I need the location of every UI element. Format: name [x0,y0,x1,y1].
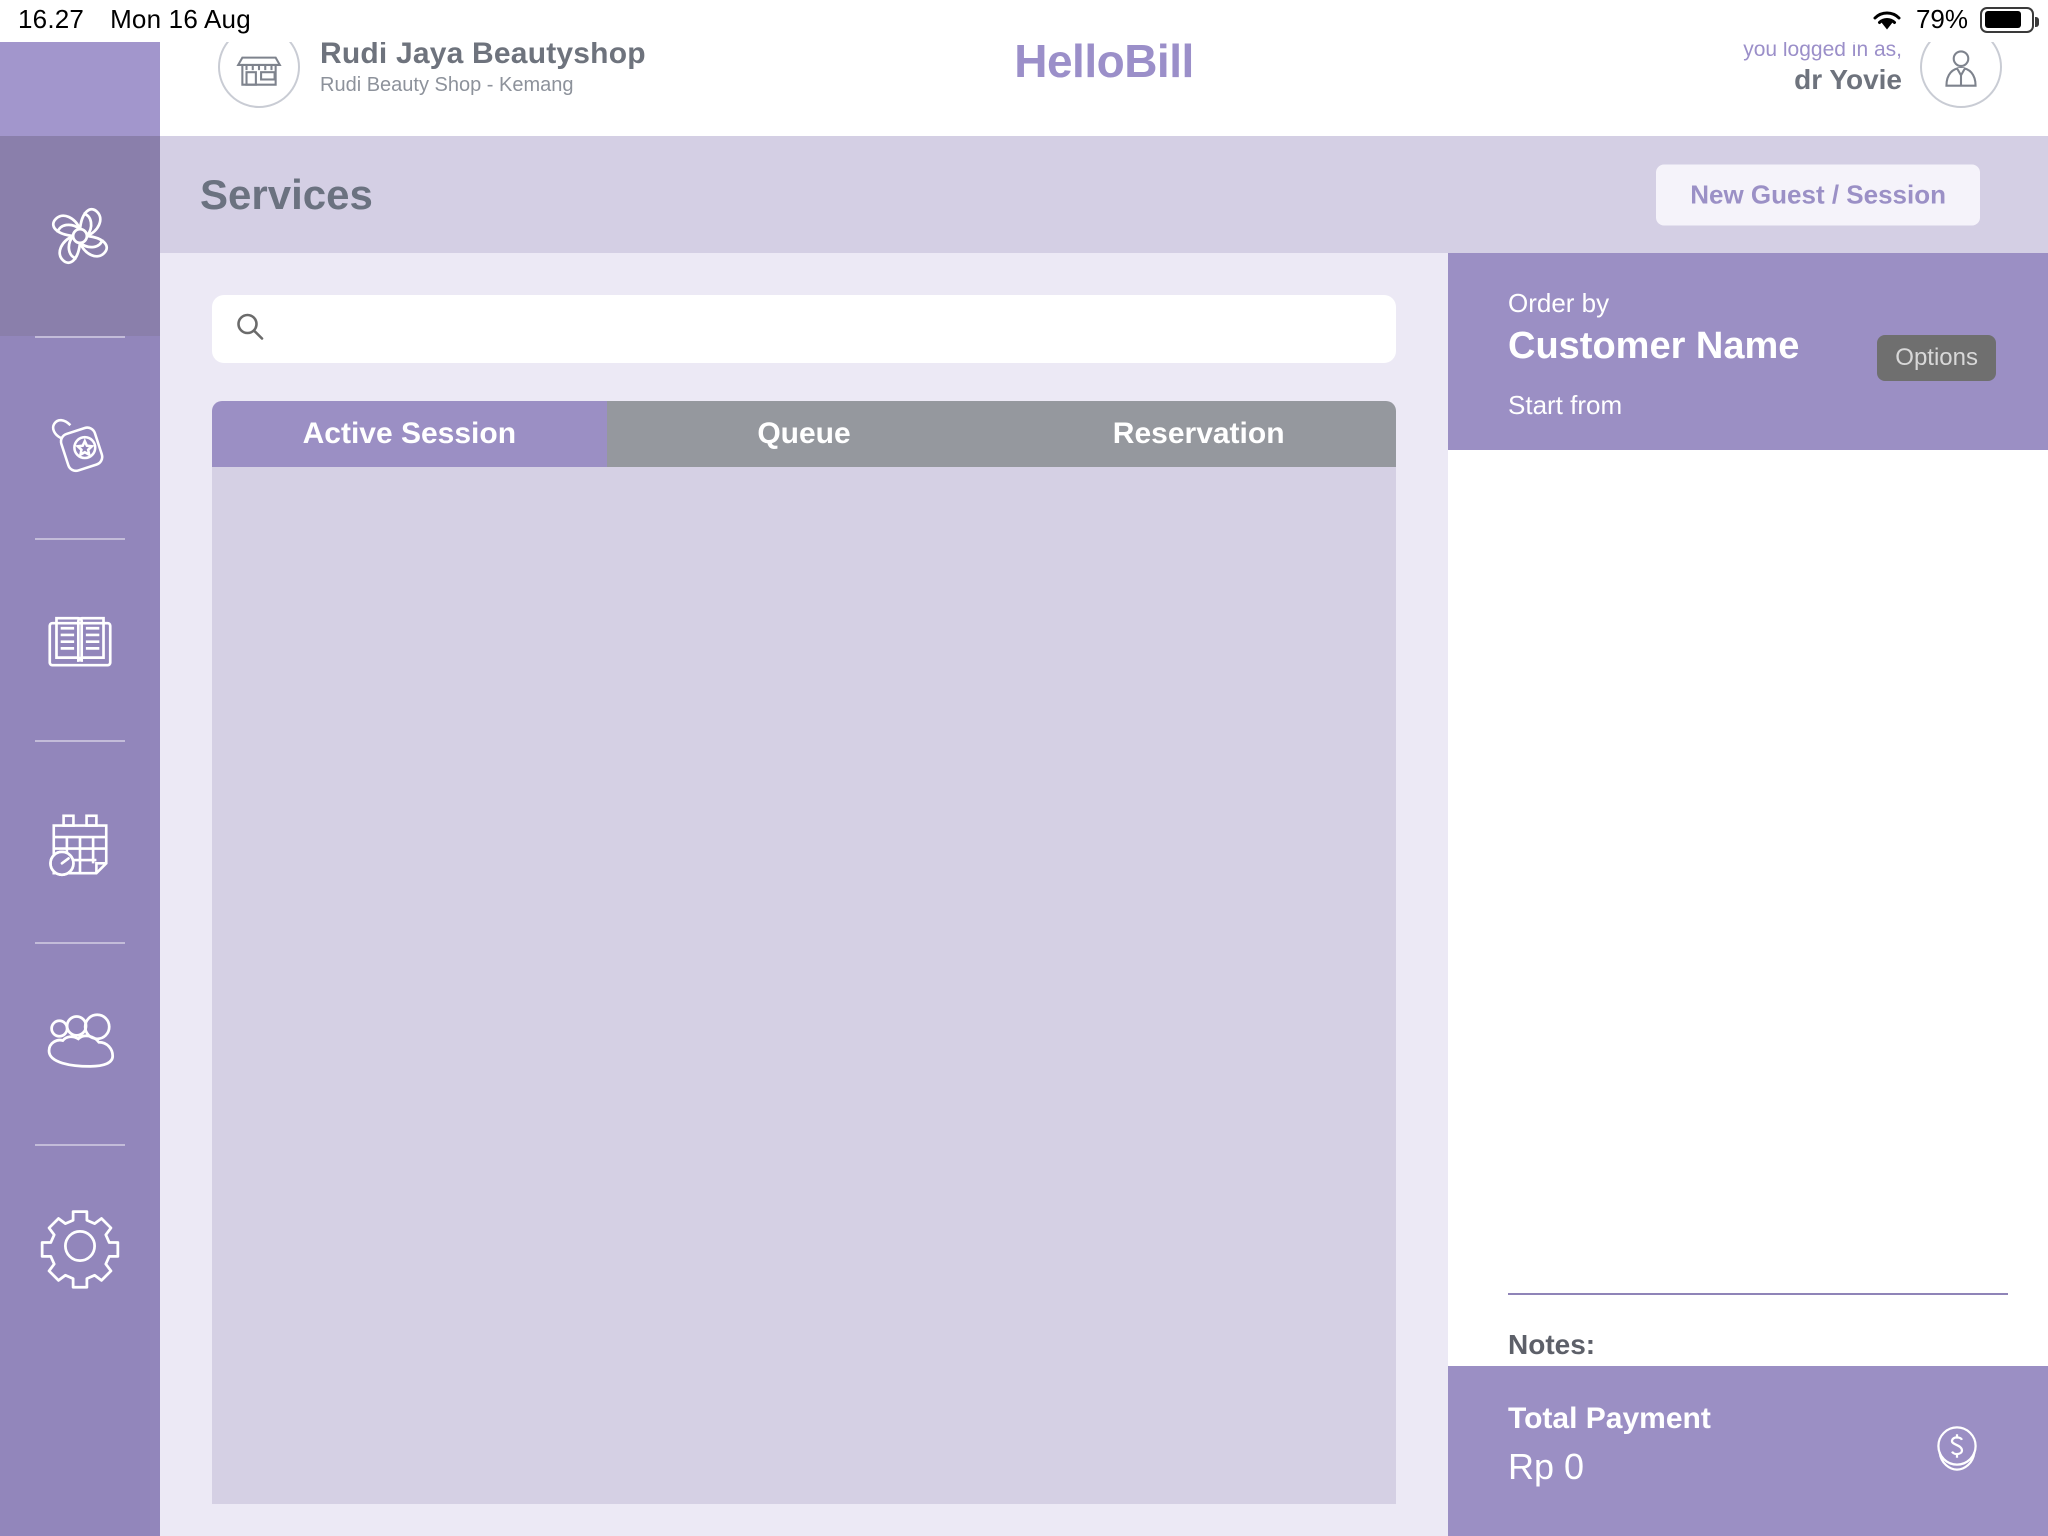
wifi-icon [1873,11,1901,29]
sidebar-item-catalog[interactable] [0,540,160,740]
total-payment-bar: Total Payment Rp 0 [1448,1366,2048,1536]
battery-icon [1980,6,2039,33]
calendar-clock-icon [49,814,108,877]
dollar-coin-icon[interactable] [1926,1418,1988,1485]
open-book-icon [48,616,112,667]
tab-queue[interactable]: Queue [606,401,1002,467]
app-root: 16.27 Mon 16 Aug 79% Rudi Jaya Beautysho… [0,0,2048,1536]
notes-divider [1508,1293,2008,1295]
new-guest-session-button[interactable]: New Guest / Session [1656,164,1980,225]
start-from-label: Start from [1508,390,1623,420]
order-by-value: Customer Name [1508,325,1800,367]
status-bar: 16.27 Mon 16 Aug 79% [0,0,2048,42]
shop-branch: Rudi Beauty Shop - Kemang [320,74,574,96]
status-bar-left: 16.27 Mon 16 Aug [18,4,251,35]
sidebar [0,0,160,1536]
search-input[interactable] [266,313,1396,345]
main-content: Active Session Queue Reservation [160,253,1448,1536]
page-title: Services [200,170,373,218]
status-time: 16.27 [18,4,85,34]
sidebar-item-settings[interactable] [0,1146,160,1346]
user-name: dr Yovie [1794,64,1902,95]
options-button[interactable]: Options [1877,335,1996,381]
sidebar-item-customers[interactable] [0,944,160,1144]
order-panel: Order by Customer Name Start from Option… [1448,253,2048,1536]
session-list[interactable] [212,467,1396,1504]
status-date: Mon 16 Aug [110,4,251,34]
notes-label: Notes: [1508,1329,1596,1360]
search-icon [234,311,266,348]
search-bar[interactable] [212,295,1396,363]
tab-active-session[interactable]: Active Session [212,401,607,467]
order-by-label: Order by [1508,288,1610,318]
total-payment-label: Total Payment [1508,1402,1711,1435]
gear-icon [40,1210,120,1289]
sidebar-item-services[interactable] [0,136,160,336]
sidebar-item-schedule[interactable] [0,742,160,942]
session-tabs: Active Session Queue Reservation [212,401,1396,467]
people-group-icon [47,1013,115,1068]
order-by-header: Order by Customer Name Start from Option… [1448,253,2048,450]
brand-logo: HelloBill [1014,35,1194,87]
page-title-bar: Services New Guest / Session [160,136,2048,253]
status-bar-right: 79% [1870,4,2039,35]
battery-percent: 79% [1915,4,1968,34]
shop-name: Rudi Jaya Beautyshop [320,37,646,70]
door-hanger-tag-icon [51,418,104,473]
sidebar-item-list [0,136,160,1536]
flower-icon [51,207,109,265]
total-payment-value: Rp 0 [1508,1446,1585,1487]
sidebar-item-products[interactable] [0,338,160,538]
tab-reservation[interactable]: Reservation [1001,401,1396,467]
